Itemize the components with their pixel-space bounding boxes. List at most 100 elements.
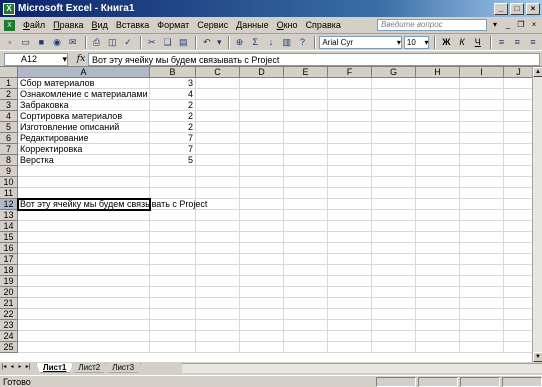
menu-item[interactable]: Правка [49, 20, 87, 30]
cell[interactable] [416, 199, 460, 210]
horizontal-scrollbar[interactable] [182, 362, 542, 373]
cell[interactable] [372, 221, 416, 232]
last-sheet-icon[interactable]: ▸| [24, 363, 32, 372]
cell[interactable] [240, 100, 284, 111]
cell[interactable] [504, 342, 532, 353]
help-search-input[interactable]: Введите вопрос [377, 19, 487, 31]
row-header[interactable]: 10 [0, 177, 18, 188]
cell[interactable] [18, 342, 150, 353]
cell[interactable] [504, 199, 532, 210]
cell[interactable] [196, 287, 240, 298]
cell[interactable] [372, 287, 416, 298]
italic-button[interactable]: К [455, 36, 469, 49]
cell[interactable] [240, 166, 284, 177]
align-right-icon[interactable]: ≡ [526, 36, 540, 49]
cell[interactable]: 7 [150, 144, 196, 155]
cell[interactable] [372, 199, 416, 210]
maximize-button[interactable]: □ [510, 2, 524, 15]
cell[interactable] [460, 78, 504, 89]
cell[interactable] [460, 265, 504, 276]
cell[interactable]: Верстка [18, 155, 150, 166]
row-header[interactable]: 23 [0, 320, 18, 331]
cell[interactable] [18, 276, 150, 287]
row-header[interactable]: 1 [0, 78, 18, 89]
cell[interactable] [150, 342, 196, 353]
cell[interactable] [460, 177, 504, 188]
cell[interactable] [416, 254, 460, 265]
cell[interactable] [416, 100, 460, 111]
bold-button[interactable]: Ж [439, 36, 453, 49]
cell[interactable] [416, 78, 460, 89]
cell[interactable] [196, 166, 240, 177]
cell[interactable]: Забраковка [18, 100, 150, 111]
row-header[interactable]: 9 [0, 166, 18, 177]
cell[interactable] [284, 188, 328, 199]
cell[interactable] [416, 210, 460, 221]
cell[interactable] [460, 342, 504, 353]
cell[interactable] [504, 78, 532, 89]
column-header[interactable]: I [460, 67, 504, 78]
cell[interactable] [416, 243, 460, 254]
cell[interactable] [240, 122, 284, 133]
copy-icon[interactable]: ❏ [161, 36, 175, 49]
cell[interactable]: 2 [150, 122, 196, 133]
cell[interactable] [504, 320, 532, 331]
help-icon[interactable]: ? [296, 36, 310, 49]
cell[interactable] [18, 309, 150, 320]
cell[interactable]: Корректировка [18, 144, 150, 155]
chart-wizard-icon[interactable]: ▥ [280, 36, 294, 49]
cell[interactable] [240, 254, 284, 265]
cell[interactable] [284, 265, 328, 276]
permission-icon[interactable]: ◉ [50, 36, 64, 49]
cell[interactable] [284, 320, 328, 331]
cell[interactable] [240, 298, 284, 309]
sheet-tab[interactable]: Лист2 [71, 362, 108, 373]
cell[interactable] [150, 254, 196, 265]
cell[interactable] [504, 89, 532, 100]
cell[interactable] [150, 210, 196, 221]
column-header[interactable]: G [372, 67, 416, 78]
cell[interactable]: 2 [150, 111, 196, 122]
column-header[interactable]: J [504, 67, 532, 78]
cell[interactable]: 4 [150, 89, 196, 100]
row-header[interactable]: 8 [0, 155, 18, 166]
cell[interactable] [504, 166, 532, 177]
cell[interactable]: Сбор материалов [18, 78, 150, 89]
sort-ascending-icon[interactable]: ↓ [264, 36, 278, 49]
cell[interactable] [284, 276, 328, 287]
cell[interactable] [460, 287, 504, 298]
cell[interactable]: 3 [150, 78, 196, 89]
cell[interactable] [284, 177, 328, 188]
cell[interactable] [328, 342, 372, 353]
cell[interactable] [504, 210, 532, 221]
cell[interactable]: Сортировка материалов [18, 111, 150, 122]
cell[interactable] [240, 265, 284, 276]
cell[interactable] [150, 177, 196, 188]
cell[interactable] [372, 254, 416, 265]
cut-icon[interactable]: ✂ [145, 36, 159, 49]
cell[interactable] [18, 265, 150, 276]
cell[interactable] [196, 100, 240, 111]
cell[interactable] [328, 166, 372, 177]
cell[interactable] [284, 298, 328, 309]
cell[interactable] [504, 254, 532, 265]
cell[interactable] [18, 243, 150, 254]
cell[interactable] [416, 133, 460, 144]
cell[interactable] [328, 177, 372, 188]
column-header[interactable]: B [150, 67, 196, 78]
row-header[interactable]: 18 [0, 265, 18, 276]
font-name-select[interactable]: Arial Cyr ▾ [319, 35, 402, 49]
cell[interactable] [460, 254, 504, 265]
cell[interactable] [372, 111, 416, 122]
vertical-scrollbar[interactable]: ▲ ▼ [532, 67, 542, 362]
cell[interactable] [328, 155, 372, 166]
cell[interactable] [240, 276, 284, 287]
cell[interactable] [372, 188, 416, 199]
cell[interactable] [196, 188, 240, 199]
cell[interactable] [150, 276, 196, 287]
cell[interactable] [150, 309, 196, 320]
cell[interactable] [460, 221, 504, 232]
sheet-tab[interactable]: Лист1 [36, 362, 74, 373]
cell[interactable] [460, 100, 504, 111]
cell[interactable] [284, 144, 328, 155]
